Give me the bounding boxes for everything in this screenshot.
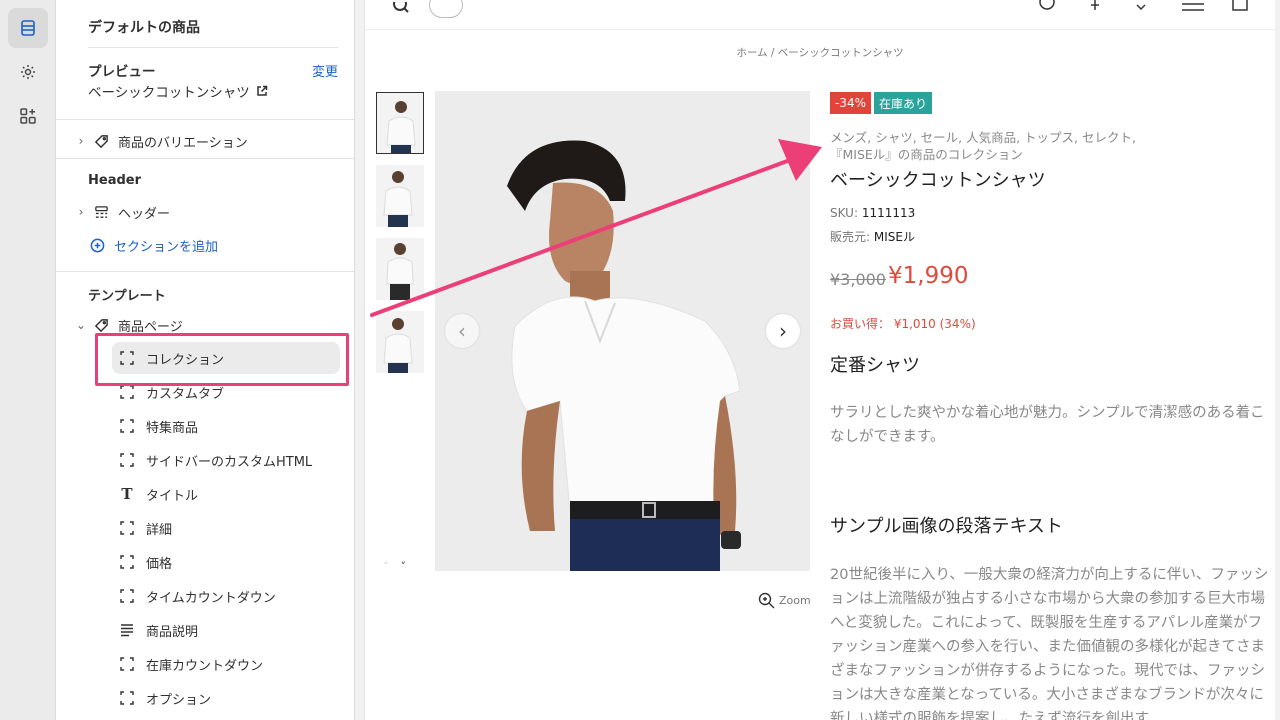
block-label: タイトル (146, 488, 199, 504)
tag-icon (92, 316, 110, 334)
header-label: ヘッダー (118, 206, 171, 222)
product-badges: -34% 在庫あり (830, 92, 933, 114)
stock-badge: 在庫あり (874, 92, 933, 114)
prev-image-button[interactable]: ‹ (445, 314, 479, 348)
block-price[interactable]: 価格 (116, 546, 344, 578)
vendor-label: 販売元: (830, 230, 871, 244)
product-thumbnail[interactable] (376, 165, 424, 227)
thumbnail-scroll[interactable]: ˄ ˅ (383, 560, 406, 573)
section-heading: サンプル画像の段落テキスト (830, 516, 1063, 537)
preview-change-link[interactable]: 変更 (312, 61, 338, 80)
add-circle-icon (90, 238, 105, 253)
product-main-image[interactable] (435, 91, 810, 571)
block-label: 在庫カウントダウン (146, 658, 264, 674)
zoom-label: Zoom (779, 594, 811, 607)
block-icon (118, 689, 136, 707)
block-icon (118, 587, 136, 605)
account-icon[interactable] (1037, 0, 1057, 14)
divider (56, 158, 354, 159)
block-details[interactable]: 詳細 (116, 512, 344, 544)
block-stock-countdown[interactable]: 在庫カウントダウン (116, 648, 344, 680)
sku-value: 1111113 (861, 206, 916, 220)
compare-at-price: ¥3,000 (830, 270, 886, 289)
zoom-button[interactable]: Zoom (758, 592, 811, 609)
vendor-value: MISEル (873, 230, 915, 244)
sidebar-title: デフォルトの商品 (88, 20, 200, 36)
divider (88, 47, 338, 48)
lines-icon (118, 621, 136, 639)
section-paragraph: 20世紀後半に入り、一般大衆の経済力が向上するに伴い、ファッションは上流階級が独… (830, 567, 1269, 720)
block-label: 商品説明 (146, 624, 199, 640)
tag-icon (92, 132, 110, 150)
block-label: 詳細 (146, 522, 173, 538)
highlight-annotation-box (95, 333, 349, 386)
block-sidebar-custom-html[interactable]: サイドバーのカスタムHTML (116, 444, 344, 476)
product-thumbnail[interactable] (376, 92, 424, 154)
cart-icon[interactable] (1231, 0, 1249, 14)
discount-badge: -34% (830, 92, 872, 114)
block-product-description[interactable]: 商品説明 (116, 614, 344, 646)
settings-gear-icon[interactable] (8, 52, 48, 92)
compare-icon[interactable] (1180, 0, 1206, 14)
zoom-in-icon (758, 592, 775, 609)
breadcrumb[interactable]: ホーム / ベーシックコットンシャツ (365, 45, 1275, 60)
store-logo-icon[interactable] (429, 0, 463, 18)
store-preview: ホーム / ベーシックコットンシャツ ˄ ˅ ‹ › Zoom -34% 在庫あ… (364, 0, 1275, 720)
sections-icon[interactable] (8, 8, 48, 48)
external-link-icon[interactable] (256, 85, 268, 97)
product-variations-row[interactable]: › 商品のバリエーション (74, 130, 248, 152)
chevron-down-icon[interactable]: ⌄ (74, 318, 88, 332)
chevron-down-icon[interactable] (1135, 2, 1147, 12)
product-thumbnail[interactable] (376, 311, 424, 373)
product-thumbnail[interactable] (376, 238, 424, 300)
divider (56, 119, 354, 120)
block-label: サイドバーのカスタムHTML (146, 454, 313, 470)
wishlist-icon[interactable] (1087, 0, 1103, 14)
preview-product-name: ベーシックコットンシャツ (88, 85, 250, 101)
apps-icon[interactable] (8, 96, 48, 136)
header-row[interactable]: › ヘッダー (74, 201, 170, 223)
chevron-right-icon[interactable]: › (74, 134, 88, 148)
add-section-label: セクションを追加 (114, 240, 219, 255)
block-label: 特集商品 (146, 420, 199, 436)
product-page-label: 商品ページ (118, 319, 183, 335)
chevron-down-icon[interactable]: ˅ (401, 560, 407, 573)
vendor-line: 販売元: MISEル (830, 228, 915, 245)
divider (56, 271, 354, 272)
preview-label: プレビュー (88, 64, 156, 80)
block-options[interactable]: オプション (116, 682, 344, 714)
saving-text: お買い得： ¥1,010 (34%) (830, 317, 976, 331)
template-section-title: テンプレート (88, 289, 166, 304)
block-label: 価格 (146, 556, 173, 572)
store-header (365, 0, 1275, 30)
chevron-up-icon[interactable]: ˄ (383, 560, 389, 573)
description-subtitle: 定番シャツ (830, 355, 920, 376)
preview-product[interactable]: ベーシックコットンシャツ (88, 81, 268, 101)
block-time-countdown[interactable]: タイムカウントダウン (116, 580, 344, 612)
sku-label: SKU: (830, 206, 858, 220)
sale-price: ¥1,990 (888, 263, 969, 289)
chevron-right-icon[interactable]: › (74, 205, 88, 219)
block-label: オプション (146, 692, 212, 708)
text-icon: T (121, 485, 133, 503)
block-icon (118, 417, 136, 435)
block-title[interactable]: T タイトル (116, 478, 344, 510)
block-icon (118, 553, 136, 571)
header-section-title: Header (88, 173, 142, 188)
block-icon (118, 451, 136, 469)
description-text: サラリとした爽やかな着心地が魅力。シンプルで清潔感のある着こなしができます。 (830, 405, 1265, 445)
block-label: タイムカウントダウン (146, 590, 276, 606)
product-tags[interactable]: メンズ, シャツ, セール, 人気商品, トップス, セレクト, 『MISEル』… (830, 129, 1160, 163)
block-featured-product[interactable]: 特集商品 (116, 410, 344, 442)
product-variations-label: 商品のバリエーション (118, 135, 248, 151)
next-image-button[interactable]: › (766, 314, 800, 348)
header-layout-icon (92, 203, 110, 221)
sku-line: SKU: 1111113 (830, 206, 915, 220)
icon-rail (0, 0, 56, 720)
product-title: ベーシックコットンシャツ (830, 170, 1046, 191)
search-icon[interactable] (391, 2, 411, 18)
block-icon (118, 519, 136, 537)
add-section-button[interactable]: セクションを追加 (90, 236, 218, 255)
block-icon (118, 655, 136, 673)
